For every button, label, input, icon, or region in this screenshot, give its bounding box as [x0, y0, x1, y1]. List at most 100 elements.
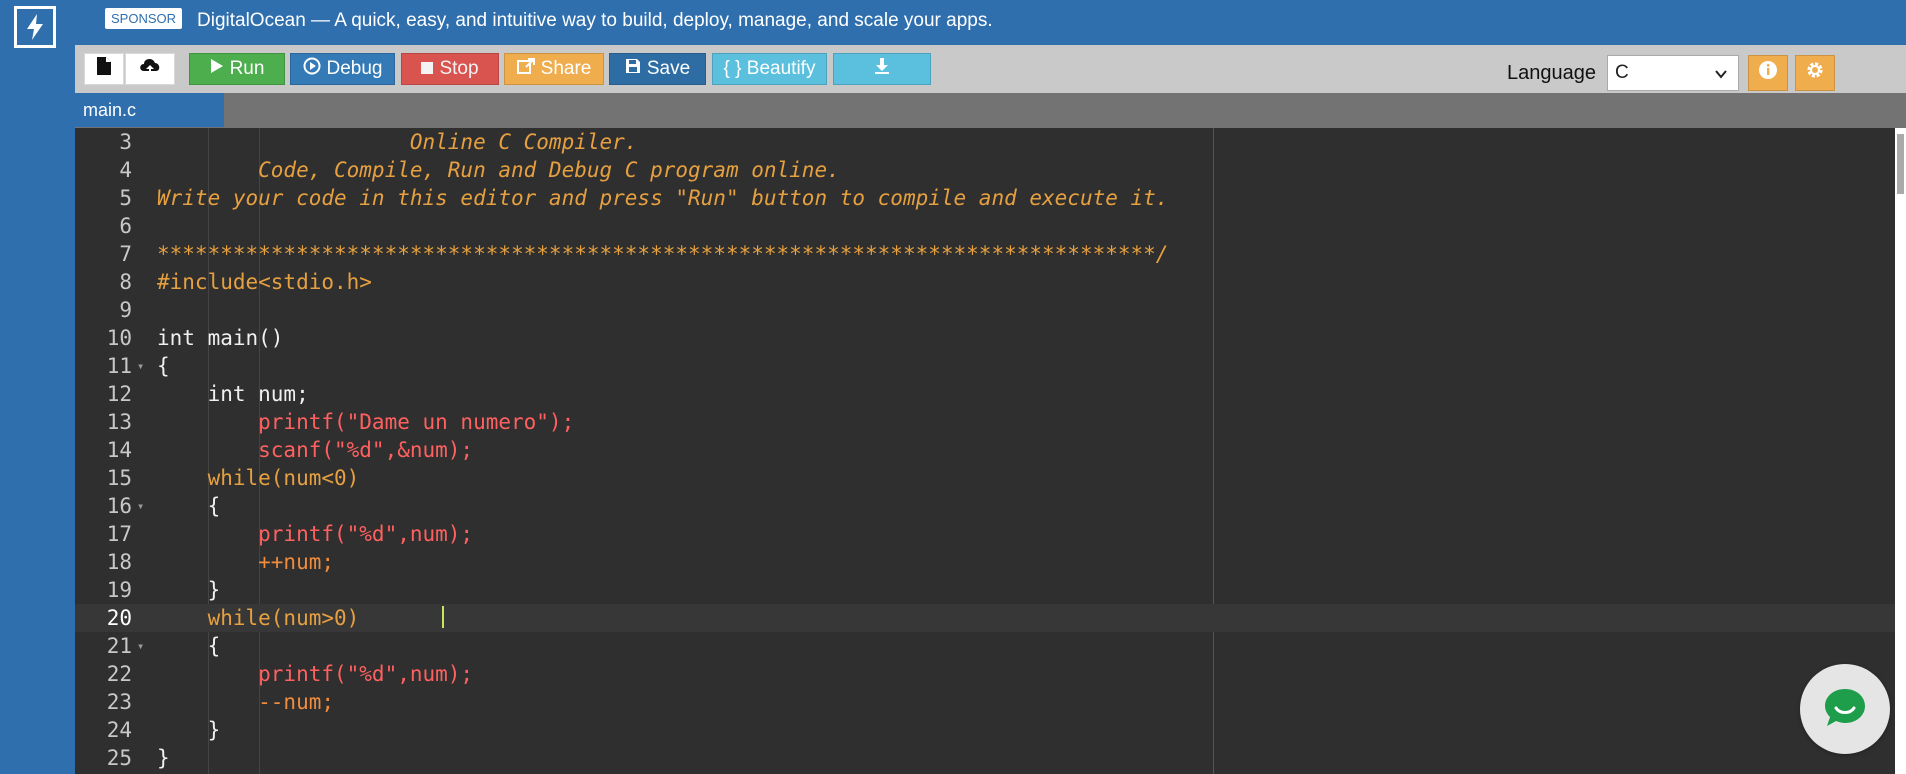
file-tabs: main.c [75, 93, 1906, 128]
settings-button[interactable] [1795, 55, 1835, 91]
code-line: 17 printf("%d",num); [75, 520, 1895, 548]
code-text: ****************************************… [157, 242, 1169, 266]
toolbar: Run Debug Stop Share Save { } Beautify L… [75, 45, 1906, 93]
code-text: Write your code in this editor and press… [157, 186, 1169, 210]
editor-scrollbar[interactable] [1895, 128, 1906, 774]
code-line: 6 [75, 212, 1895, 240]
code-text: { [157, 634, 221, 658]
sponsor-banner[interactable]: SPONSOR DigitalOcean — A quick, easy, an… [75, 0, 1906, 45]
share-icon [516, 58, 535, 80]
upload-button[interactable] [125, 53, 175, 85]
fold-toggle-icon[interactable]: ▾ [137, 352, 144, 380]
file-icon [96, 56, 112, 82]
code-line: 14 scanf("%d",&num); [75, 436, 1895, 464]
code-text: { [157, 354, 170, 378]
code-text: --num; [157, 690, 335, 714]
line-number: 19 [106, 578, 132, 602]
line-number: 10 [106, 326, 132, 350]
code-text: printf("%d",num); [157, 522, 474, 546]
line-number: 23 [106, 690, 132, 714]
line-number: 22 [106, 662, 132, 686]
code-text: Code, Compile, Run and Debug C program o… [157, 158, 840, 182]
tab-main-c[interactable]: main.c [75, 93, 224, 127]
line-number: 17 [106, 522, 132, 546]
code-line: 11 ▾ { [75, 352, 1895, 380]
line-number: 4 [119, 158, 132, 182]
code-line: 13 printf("Dame un numero"); [75, 408, 1895, 436]
code-line: 21 ▾ { [75, 632, 1895, 660]
stop-icon [421, 58, 434, 80]
run-label: Run [229, 58, 265, 79]
line-number: 11 [106, 354, 132, 378]
line-number: 8 [119, 270, 132, 294]
fold-toggle-icon[interactable]: ▾ [137, 492, 144, 520]
lightning-logo-icon[interactable] [14, 6, 56, 48]
line-number: 13 [106, 410, 132, 434]
info-icon [1758, 60, 1778, 86]
code-text: } [157, 578, 221, 602]
line-number: 5 [119, 186, 132, 210]
code-line: 4 Code, Compile, Run and Debug C program… [75, 156, 1895, 184]
info-button[interactable] [1748, 55, 1788, 91]
code-editor[interactable]: 3 Online C Compiler. 4 Code, Compile, Ru… [75, 128, 1895, 774]
play-circle-icon [303, 57, 321, 81]
play-icon [210, 58, 224, 80]
code-line: 8 #include<stdio.h> [75, 268, 1895, 296]
code-line: 7 ***************************************… [75, 240, 1895, 268]
fold-toggle-icon[interactable]: ▾ [137, 632, 144, 660]
line-number: 21 [106, 634, 132, 658]
code-text: scanf("%d",&num); [157, 438, 474, 462]
code-text: while(num<0) [157, 466, 360, 490]
language-select[interactable]: C [1607, 55, 1739, 91]
text-cursor [442, 606, 444, 628]
code-line: 24 } [75, 716, 1895, 744]
line-number: 18 [106, 550, 132, 574]
code-line: 19 } [75, 576, 1895, 604]
new-file-button[interactable] [84, 53, 124, 85]
save-button[interactable]: Save [609, 53, 706, 85]
stop-label: Stop [439, 58, 479, 79]
run-button[interactable]: Run [189, 53, 285, 85]
stop-button[interactable]: Stop [401, 53, 499, 85]
code-line: 16 ▾ { [75, 492, 1895, 520]
code-line: 12 int num; [75, 380, 1895, 408]
code-line: 9 [75, 296, 1895, 324]
code-line: 10 int main() [75, 324, 1895, 352]
code-text: int main() [157, 326, 284, 350]
code-text: Online C Compiler. [157, 130, 638, 154]
language-label: Language [1507, 62, 1596, 84]
cloud-upload-icon [138, 55, 162, 83]
code-line: 5 Write your code in this editor and pres… [75, 184, 1895, 212]
line-number: 24 [106, 718, 132, 742]
code-text: printf("Dame un numero"); [157, 410, 575, 434]
line-number: 3 [119, 130, 132, 154]
debug-button[interactable]: Debug [290, 53, 395, 85]
code-text: while(num>0) [157, 606, 360, 630]
code-line: 3 Online C Compiler. [75, 128, 1895, 156]
code-text: int num; [157, 382, 309, 406]
code-text: printf("%d",num); [157, 662, 474, 686]
line-number: 12 [106, 382, 132, 406]
line-number: 6 [119, 214, 132, 238]
sponsor-text[interactable]: DigitalOcean — A quick, easy, and intuit… [197, 10, 993, 32]
scrollbar-thumb[interactable] [1897, 134, 1904, 194]
tab-label: main.c [83, 99, 137, 120]
beautify-button[interactable]: { } Beautify [712, 53, 827, 85]
floppy-disk-icon [625, 58, 641, 80]
download-button[interactable] [833, 53, 931, 85]
code-text: } [157, 746, 170, 770]
share-label: Share [540, 58, 592, 79]
save-label: Save [646, 58, 691, 79]
code-text: } [157, 718, 221, 742]
chat-widget-button[interactable] [1800, 664, 1890, 754]
code-line: 22 printf("%d",num); [75, 660, 1895, 688]
code-text: #include<stdio.h> [157, 270, 372, 294]
left-rail [0, 0, 75, 774]
line-number: 14 [106, 438, 132, 462]
line-number: 20 [106, 606, 132, 630]
line-number: 15 [106, 466, 132, 490]
chevron-down-icon [1714, 65, 1728, 87]
line-number: 7 [119, 242, 132, 266]
share-button[interactable]: Share [504, 53, 604, 85]
code-line: 23 --num; [75, 688, 1895, 716]
